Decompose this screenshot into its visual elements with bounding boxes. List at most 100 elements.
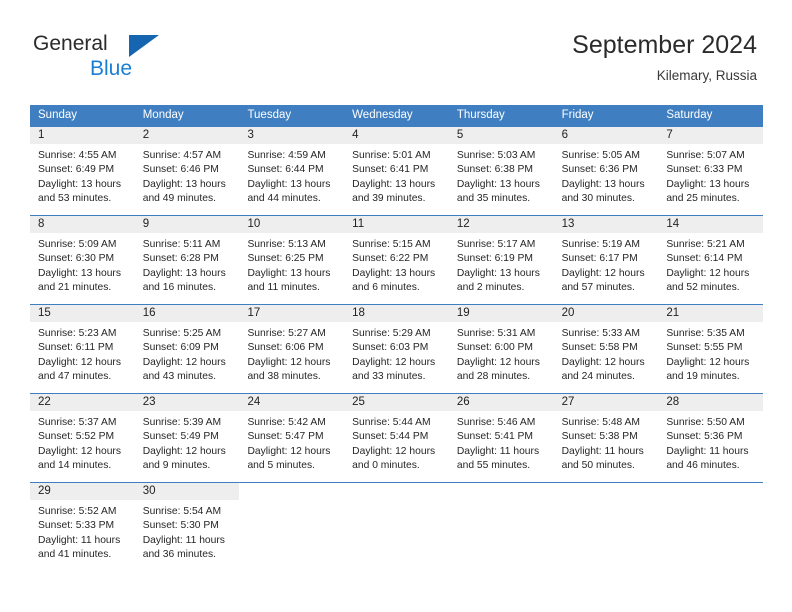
day-number: 24 — [247, 396, 261, 408]
day-number: 10 — [247, 218, 261, 230]
daylight-text-line1: Daylight: 11 hours — [38, 534, 121, 546]
day-cell[interactable]: 8 Sunrise: 5:09 AM Sunset: 6:30 PM Dayli… — [30, 216, 135, 304]
day-number: 7 — [666, 129, 673, 141]
sunrise-text: Sunrise: 5:27 AM — [247, 328, 326, 339]
day-cell[interactable]: 12 Sunrise: 5:17 AM Sunset: 6:19 PM Dayl… — [448, 216, 554, 304]
daylight-text-line1: Daylight: 13 hours — [352, 178, 436, 190]
day-cell[interactable]: 22 Sunrise: 5:37 AM Sunset: 5:52 PM Dayl… — [30, 394, 135, 482]
sunset-text: Sunset: 5:49 PM — [142, 431, 219, 443]
weekday-tuesday: Tuesday — [247, 109, 292, 121]
sunset-text: Sunset: 6:06 PM — [247, 342, 324, 354]
day-number: 13 — [561, 218, 575, 230]
day-cell-empty — [239, 483, 345, 574]
day-cell[interactable]: 29 Sunrise: 5:52 AM Sunset: 5:33 PM Dayl… — [30, 483, 135, 574]
week-row: 29 Sunrise: 5:52 AM Sunset: 5:33 PM Dayl… — [30, 482, 764, 574]
week-row: 15 Sunrise: 5:23 AM Sunset: 6:11 PM Dayl… — [30, 304, 764, 393]
day-cell[interactable]: 7 Sunrise: 5:07 AM Sunset: 6:33 PM Dayli… — [658, 127, 764, 215]
day-cell[interactable]: 23 Sunrise: 5:39 AM Sunset: 5:49 PM Dayl… — [134, 394, 240, 482]
day-cell[interactable]: 20 Sunrise: 5:33 AM Sunset: 5:58 PM Dayl… — [553, 305, 659, 393]
sunrise-text: Sunrise: 5:33 AM — [561, 328, 641, 339]
day-number-band: 1 — [30, 127, 135, 144]
sunrise-text: Sunrise: 5:17 AM — [456, 239, 536, 250]
daylight-text-line1: Daylight: 13 hours — [352, 267, 436, 279]
sunset-text: Sunset: 5:58 PM — [561, 342, 638, 354]
sunset-text: Sunset: 5:52 PM — [38, 431, 115, 443]
sunrise-text: Sunrise: 4:57 AM — [142, 150, 222, 161]
daylight-text-line1: Daylight: 11 hours — [142, 534, 225, 546]
daylight-text-line1: Daylight: 12 hours — [666, 356, 750, 368]
day-details: Sunrise: 5:54 AM Sunset: 5:30 PM Dayligh… — [135, 500, 240, 563]
daylight-text-line2: and 36 minutes. — [142, 549, 216, 561]
logo-triangle-icon — [129, 35, 159, 57]
day-number-band — [658, 483, 763, 500]
week-row: 8 Sunrise: 5:09 AM Sunset: 6:30 PM Dayli… — [30, 215, 764, 304]
sunset-text: Sunset: 5:33 PM — [38, 520, 115, 532]
sunrise-text: Sunrise: 4:55 AM — [38, 150, 117, 161]
day-details: Sunrise: 5:35 AM Sunset: 5:55 PM Dayligh… — [658, 322, 763, 385]
day-cell[interactable]: 16 Sunrise: 5:25 AM Sunset: 6:09 PM Dayl… — [134, 305, 240, 393]
daylight-text-line1: Daylight: 13 hours — [247, 178, 331, 190]
day-cell[interactable]: 3 Sunrise: 4:59 AM Sunset: 6:44 PM Dayli… — [239, 127, 345, 215]
day-number: 21 — [666, 307, 680, 319]
day-cell[interactable]: 24 Sunrise: 5:42 AM Sunset: 5:47 PM Dayl… — [239, 394, 345, 482]
daylight-text-line1: Daylight: 13 hours — [247, 267, 331, 279]
day-cell[interactable]: 25 Sunrise: 5:44 AM Sunset: 5:44 PM Dayl… — [344, 394, 449, 482]
sunset-text: Sunset: 6:49 PM — [38, 164, 115, 176]
daylight-text-line2: and 55 minutes. — [456, 460, 531, 472]
daylight-text-line2: and 53 minutes. — [38, 193, 112, 205]
day-cell[interactable]: 1 Sunrise: 4:55 AM Sunset: 6:49 PM Dayli… — [30, 127, 135, 215]
day-number-band: 12 — [448, 216, 554, 233]
day-cell[interactable]: 6 Sunrise: 5:05 AM Sunset: 6:36 PM Dayli… — [553, 127, 659, 215]
sunrise-text: Sunrise: 5:54 AM — [142, 506, 222, 517]
day-cell[interactable]: 14 Sunrise: 5:21 AM Sunset: 6:14 PM Dayl… — [658, 216, 764, 304]
weekday-wednesday: Wednesday — [352, 109, 413, 121]
sunrise-text: Sunrise: 5:37 AM — [38, 417, 117, 428]
day-cell[interactable]: 30 Sunrise: 5:54 AM Sunset: 5:30 PM Dayl… — [134, 483, 240, 574]
day-number-band: 11 — [344, 216, 449, 233]
day-number-band: 23 — [134, 394, 240, 411]
day-details: Sunrise: 5:15 AM Sunset: 6:22 PM Dayligh… — [344, 233, 449, 296]
daylight-text-line2: and 57 minutes. — [561, 282, 635, 294]
day-cell[interactable]: 21 Sunrise: 5:35 AM Sunset: 5:55 PM Dayl… — [658, 305, 764, 393]
day-cell[interactable]: 5 Sunrise: 5:03 AM Sunset: 6:38 PM Dayli… — [448, 127, 554, 215]
daylight-text-line1: Daylight: 12 hours — [456, 356, 540, 368]
weekday-header-row: Sunday Monday Tuesday Wednesday Thursday… — [30, 105, 763, 126]
daylight-text-line2: and 11 minutes. — [247, 282, 320, 294]
daylight-text-line2: and 21 minutes. — [38, 282, 112, 294]
page-header: General Blue September 2024 Kilemary, Ru… — [0, 0, 792, 100]
day-cell[interactable]: 10 Sunrise: 5:13 AM Sunset: 6:25 PM Dayl… — [239, 216, 345, 304]
day-cell[interactable]: 15 Sunrise: 5:23 AM Sunset: 6:11 PM Dayl… — [30, 305, 135, 393]
day-number-band: 14 — [658, 216, 764, 233]
day-number: 27 — [561, 396, 575, 408]
day-cell[interactable]: 2 Sunrise: 4:57 AM Sunset: 6:46 PM Dayli… — [134, 127, 240, 215]
day-number: 18 — [352, 307, 365, 319]
day-cell[interactable]: 9 Sunrise: 5:11 AM Sunset: 6:28 PM Dayli… — [134, 216, 240, 304]
day-cell[interactable]: 4 Sunrise: 5:01 AM Sunset: 6:41 PM Dayli… — [344, 127, 449, 215]
day-details: Sunrise: 5:27 AM Sunset: 6:06 PM Dayligh… — [239, 322, 344, 385]
day-number: 23 — [142, 396, 156, 408]
daylight-text-line1: Daylight: 12 hours — [352, 445, 436, 457]
day-number: 2 — [142, 129, 150, 141]
daylight-text-line1: Daylight: 12 hours — [561, 356, 645, 368]
day-cell-empty — [658, 483, 764, 574]
daylight-text-line1: Daylight: 12 hours — [247, 356, 331, 368]
day-cell[interactable]: 19 Sunrise: 5:31 AM Sunset: 6:00 PM Dayl… — [448, 305, 554, 393]
day-number: 5 — [456, 129, 464, 141]
day-number-band: 30 — [134, 483, 240, 500]
day-cell[interactable]: 26 Sunrise: 5:46 AM Sunset: 5:41 PM Dayl… — [448, 394, 554, 482]
day-cell[interactable]: 11 Sunrise: 5:15 AM Sunset: 6:22 PM Dayl… — [344, 216, 449, 304]
day-details: Sunrise: 5:01 AM Sunset: 6:41 PM Dayligh… — [344, 144, 449, 207]
day-cell[interactable]: 13 Sunrise: 5:19 AM Sunset: 6:17 PM Dayl… — [553, 216, 659, 304]
daylight-text-line2: and 2 minutes. — [456, 282, 525, 294]
daylight-text-line2: and 44 minutes. — [247, 193, 321, 205]
daylight-text-line1: Daylight: 12 hours — [38, 356, 121, 368]
day-cell[interactable]: 18 Sunrise: 5:29 AM Sunset: 6:03 PM Dayl… — [344, 305, 449, 393]
sunset-text: Sunset: 5:47 PM — [247, 431, 324, 443]
day-cell[interactable]: 17 Sunrise: 5:27 AM Sunset: 6:06 PM Dayl… — [239, 305, 345, 393]
day-number-band: 26 — [448, 394, 554, 411]
day-cell[interactable]: 27 Sunrise: 5:48 AM Sunset: 5:38 PM Dayl… — [553, 394, 659, 482]
day-number: 9 — [142, 218, 150, 230]
day-cell[interactable]: 28 Sunrise: 5:50 AM Sunset: 5:36 PM Dayl… — [658, 394, 764, 482]
day-number: 22 — [38, 396, 51, 408]
day-number-band: 17 — [239, 305, 345, 322]
